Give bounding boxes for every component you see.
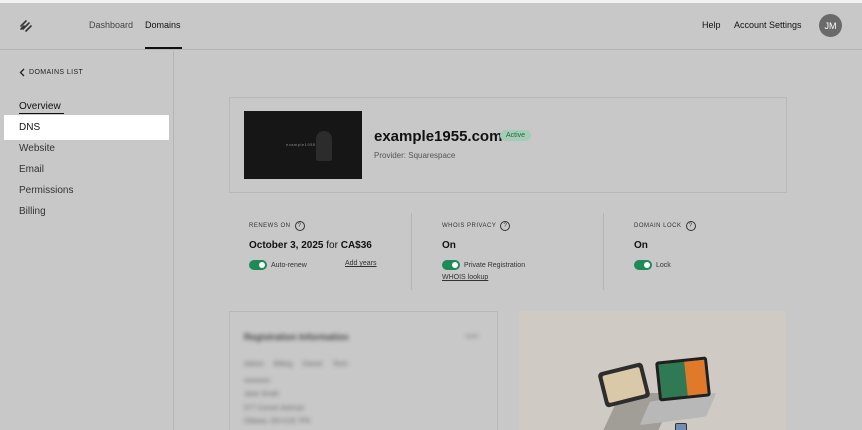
domains-list-back-link[interactable]: DOMAINS LIST xyxy=(19,68,83,77)
registration-edit-button[interactable]: EDIT xyxy=(466,334,480,340)
domain-lock-section: DOMAIN LOCK ? On Lock xyxy=(634,221,696,270)
whois-value: On xyxy=(442,240,456,251)
add-years-link[interactable]: Add years xyxy=(345,260,377,267)
registration-line-2: 577 Corner Avenue xyxy=(244,405,305,412)
promo-image xyxy=(519,311,786,430)
auto-renew-row: Auto-renew xyxy=(249,260,307,270)
registration-title: Registration Information xyxy=(244,332,349,342)
thumbnail-figure xyxy=(316,131,332,161)
sidebar-active-underline xyxy=(19,113,64,114)
column-divider xyxy=(603,213,604,290)
laptop-illustration xyxy=(655,356,711,402)
whois-lookup-link[interactable]: WHOIS lookup xyxy=(442,274,488,281)
sidebar-item-email[interactable]: Email xyxy=(19,164,44,175)
chevron-left-icon xyxy=(19,68,25,77)
sidebar: DOMAINS LIST Overview DNS Website Email … xyxy=(0,51,174,430)
registration-tab-underline xyxy=(244,379,270,382)
lock-toggle[interactable] xyxy=(634,260,652,270)
lock-row: Lock xyxy=(634,260,671,270)
renews-label: RENEWS ON xyxy=(249,223,291,229)
private-registration-label: Private Registration xyxy=(464,261,526,269)
whois-section: WHOIS PRIVACY ? On Private Registration … xyxy=(442,221,525,281)
help-circle-icon[interactable]: ? xyxy=(294,221,305,231)
renews-label-row: RENEWS ON ? xyxy=(249,221,305,231)
renewal-price: CA$36 xyxy=(340,240,372,251)
sidebar-item-overview[interactable]: Overview xyxy=(19,101,61,112)
column-divider xyxy=(411,213,412,290)
top-header: Dashboard Domains Help Account Settings … xyxy=(0,3,862,50)
website-thumbnail: example1955.com xyxy=(244,111,362,179)
registration-info-card: Registration Information EDIT Admin Bill… xyxy=(229,311,498,430)
private-registration-toggle[interactable] xyxy=(442,260,460,270)
whois-label: WHOIS PRIVACY xyxy=(442,223,497,229)
sidebar-item-billing[interactable]: Billing xyxy=(19,206,46,217)
registration-line-1: Jane Smith xyxy=(244,391,280,398)
nav-dashboard-link[interactable]: Dashboard xyxy=(89,20,133,30)
status-badge: Active xyxy=(500,130,532,141)
avatar[interactable]: JM xyxy=(819,14,842,37)
account-settings-link[interactable]: Account Settings xyxy=(734,20,802,30)
help-link[interactable]: Help xyxy=(702,20,721,30)
lock-toggle-label: Lock xyxy=(656,261,671,269)
nav-active-underline xyxy=(145,47,182,49)
registration-contact-tabs[interactable]: Admin Billing Owner Tech xyxy=(244,361,348,368)
renewal-for: for xyxy=(326,240,338,251)
lock-label-row: DOMAIN LOCK ? xyxy=(634,221,696,231)
domain-name: example1955.com xyxy=(374,128,503,145)
private-registration-row: Private Registration xyxy=(442,260,525,270)
phone-illustration xyxy=(675,423,687,430)
registration-line-3: Ottawa, ON K1E 7P6 xyxy=(244,418,311,425)
renews-section: RENEWS ON ? October 3, 2025 for CA$36 Au… xyxy=(249,221,377,270)
whois-label-row: WHOIS PRIVACY ? xyxy=(442,221,511,231)
sidebar-item-dns[interactable]: DNS xyxy=(19,122,40,133)
domain-summary-card: example1955.com example1955.com Active P… xyxy=(229,97,787,193)
provider-text: Provider: Squarespace xyxy=(374,151,456,160)
help-circle-icon[interactable]: ? xyxy=(500,221,511,231)
renewal-date-price: October 3, 2025 for CA$36 xyxy=(249,240,372,251)
sidebar-item-website[interactable]: Website xyxy=(19,143,55,154)
squarespace-logo-icon[interactable] xyxy=(18,18,34,34)
auto-renew-toggle[interactable] xyxy=(249,260,267,270)
nav-domains-link[interactable]: Domains xyxy=(145,20,181,30)
lock-label: DOMAIN LOCK xyxy=(634,223,682,229)
back-label: DOMAINS LIST xyxy=(29,69,84,76)
lock-value: On xyxy=(634,240,648,251)
auto-renew-label: Auto-renew xyxy=(271,261,307,269)
help-circle-icon[interactable]: ? xyxy=(685,221,696,231)
renewal-date: October 3, 2025 xyxy=(249,240,324,251)
sidebar-item-permissions[interactable]: Permissions xyxy=(19,185,73,196)
